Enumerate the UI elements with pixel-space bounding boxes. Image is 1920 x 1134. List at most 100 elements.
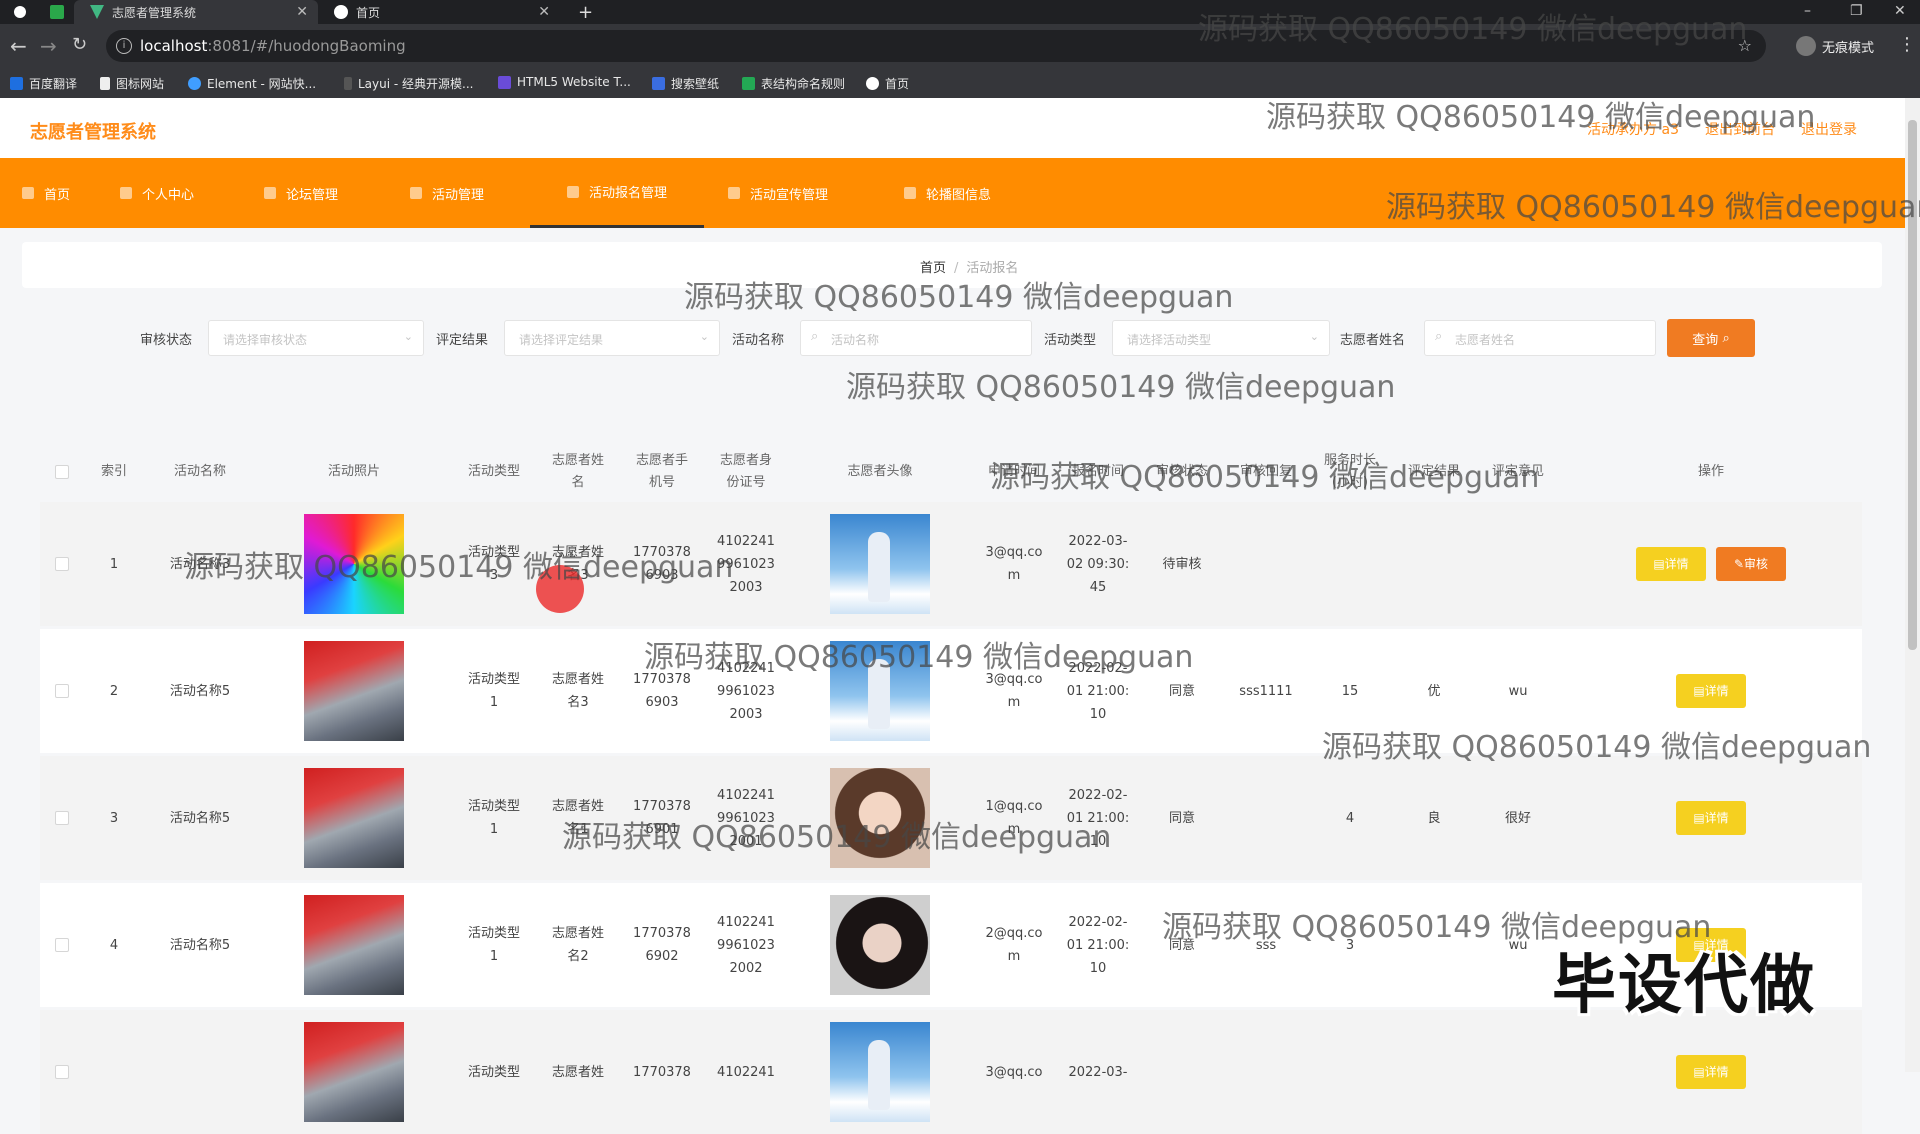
table-cell bbox=[1224, 502, 1308, 626]
new-tab-button[interactable]: + bbox=[578, 0, 593, 24]
table-cell bbox=[1476, 1010, 1560, 1134]
activity-type-label: 活动类型 bbox=[1044, 333, 1097, 348]
table-row: 活动类型 志愿者姓 1770378 4102241 3@qq.co 2022-03- ▤ 详… bbox=[40, 1010, 1862, 1134]
watermark: 源码获取 QQ86050149 微信deepguan bbox=[562, 820, 1112, 855]
watermark: 源码获取 QQ86050149 微信deepguan bbox=[184, 550, 734, 585]
nav-label: 个人中心 bbox=[142, 187, 195, 203]
table-cell: 2022-02- 01 21:00: 10 bbox=[1056, 883, 1140, 1007]
row-checkbox[interactable] bbox=[55, 1065, 69, 1079]
nav-item-registration[interactable]: 活动报名管理 bbox=[530, 158, 704, 228]
nav-item-promotion[interactable]: 活动宣传管理 bbox=[728, 158, 828, 228]
column-header: 志愿者手 机号 bbox=[620, 442, 704, 502]
minimize-icon[interactable]: – bbox=[1804, 0, 1811, 22]
activity-name-placeholder: 活动名称 bbox=[831, 333, 880, 347]
bookmark-item[interactable]: Element - 网站快... bbox=[188, 75, 316, 92]
edit-icon: ✎ bbox=[1733, 556, 1745, 571]
tab-home[interactable]: 首页 ✕ bbox=[320, 0, 560, 24]
cell-volunteer: 志愿者姓 bbox=[551, 1064, 604, 1080]
activity-photo bbox=[304, 895, 404, 995]
button-label: 详情 bbox=[1704, 683, 1729, 698]
nav-item-profile[interactable]: 个人中心 bbox=[120, 158, 194, 228]
table-cell bbox=[788, 502, 972, 626]
bookmark-item[interactable]: 图标网站 bbox=[100, 75, 164, 92]
button-label: 审核 bbox=[1744, 556, 1769, 571]
table-cell bbox=[1308, 502, 1392, 626]
forum-icon bbox=[264, 187, 276, 199]
nav-item-home[interactable]: 首页 bbox=[22, 158, 70, 228]
bookmark-item[interactable]: 表结构命名规则 bbox=[742, 75, 845, 92]
row-checkbox[interactable] bbox=[55, 557, 69, 571]
document-icon: ▤ bbox=[1693, 1064, 1705, 1079]
table-cell bbox=[40, 502, 84, 626]
home-icon bbox=[22, 187, 34, 199]
bookmark-item[interactable]: 首页 bbox=[866, 75, 909, 92]
table-cell: sss1111 bbox=[1224, 629, 1308, 753]
tab-volunteer-system[interactable]: 志愿者管理系统 ✕ bbox=[74, 0, 318, 24]
cell-reply: sss1111 bbox=[1239, 683, 1293, 699]
detail-button[interactable]: ▤ 详情 bbox=[1676, 1055, 1746, 1089]
table-cell bbox=[40, 629, 84, 753]
volunteer-name-input[interactable]: ⌕ 志愿者姓名 bbox=[1424, 320, 1656, 356]
cell-status: 待审核 bbox=[1162, 556, 1202, 572]
cell-time: 2022-03- 02 09:30: 45 bbox=[1066, 533, 1130, 595]
column-header-label: 志愿者头像 bbox=[847, 464, 913, 479]
nav-item-carousel[interactable]: 轮播图信息 bbox=[904, 158, 991, 228]
globe-icon bbox=[334, 5, 348, 19]
table-cell bbox=[788, 883, 972, 1007]
cell-phone: 1770378 bbox=[633, 1064, 691, 1080]
vue-icon bbox=[90, 5, 104, 19]
cell-result: 良 bbox=[1427, 810, 1441, 826]
detail-button[interactable]: ▤ 详情 bbox=[1636, 547, 1706, 581]
row-checkbox[interactable] bbox=[55, 684, 69, 698]
status-select[interactable]: 请选择审核状态 ⌄ bbox=[208, 320, 424, 356]
cell-time: 2022-03- bbox=[1068, 1064, 1128, 1080]
bookmark-item[interactable]: Layui - 经典开源模... bbox=[344, 75, 473, 92]
watermark: 源码获取 QQ86050149 微信deepguan bbox=[1322, 730, 1872, 765]
activity-type-select[interactable]: 请选择活动类型 ⌄ bbox=[1112, 320, 1330, 356]
bookmark-label: Layui - 经典开源模... bbox=[358, 77, 474, 91]
select-all-checkbox[interactable] bbox=[55, 465, 69, 479]
cell-name: 活动名称5 bbox=[169, 810, 231, 826]
activity-type-placeholder: 请选择活动类型 bbox=[1127, 333, 1212, 347]
cell-phone: 1770378 6902 bbox=[633, 926, 691, 964]
row-checkbox[interactable] bbox=[55, 938, 69, 952]
query-button[interactable]: 查询 ⌕ bbox=[1667, 319, 1755, 357]
column-header-label: 志愿者手 机号 bbox=[635, 453, 688, 490]
result-select[interactable]: 请选择评定结果 ⌄ bbox=[504, 320, 720, 356]
activity-name-input[interactable]: ⌕ 活动名称 bbox=[800, 320, 1032, 356]
detail-button[interactable]: ▤ 详情 bbox=[1676, 801, 1746, 835]
restore-icon[interactable]: ❐ bbox=[1850, 0, 1863, 22]
table-cell: 活动名称5 bbox=[144, 629, 256, 753]
row-checkbox[interactable] bbox=[55, 811, 69, 825]
bookmark-item[interactable]: 百度翻译 bbox=[10, 75, 77, 92]
table-cell bbox=[256, 756, 452, 880]
bookmark-item[interactable]: 搜索壁纸 bbox=[652, 75, 719, 92]
app-title: 志愿者管理系统 bbox=[30, 122, 156, 143]
forward-icon[interactable]: → bbox=[40, 34, 57, 58]
browser-menu-icon[interactable]: ⋮ bbox=[1898, 34, 1916, 55]
table-cell bbox=[1392, 1010, 1476, 1134]
incognito-profile[interactable]: 无痕模式 bbox=[1796, 36, 1874, 56]
browser-back-history-icon[interactable] bbox=[14, 0, 34, 24]
bookmark-item[interactable]: HTML5 Website T... bbox=[498, 75, 631, 89]
table-cell: 2@qq.co m bbox=[972, 883, 1056, 1007]
activity-photo bbox=[304, 641, 404, 741]
audit-button[interactable]: ✎ 审核 bbox=[1716, 547, 1786, 581]
nav-item-forum[interactable]: 论坛管理 bbox=[264, 158, 338, 228]
chevron-down-icon: ⌄ bbox=[699, 330, 709, 343]
activity-name-label: 活动名称 bbox=[732, 333, 785, 348]
cell-email: 2@qq.co m bbox=[985, 926, 1043, 964]
table-cell bbox=[1224, 1010, 1308, 1134]
cell-email: 3@qq.co m bbox=[985, 545, 1043, 583]
cell-index: 1 bbox=[109, 556, 119, 572]
nav-item-activity[interactable]: 活动管理 bbox=[410, 158, 484, 228]
close-tab-icon[interactable]: ✕ bbox=[538, 4, 550, 20]
detail-button[interactable]: ▤ 详情 bbox=[1676, 674, 1746, 708]
close-tab-icon[interactable]: ✕ bbox=[296, 4, 308, 20]
search-form: 审核状态 请选择审核状态 ⌄ 评定结果 请选择评定结果 ⌄ 活动名称 ⌕ 活动名称 活… bbox=[0, 318, 1905, 358]
back-icon[interactable]: ← bbox=[10, 34, 27, 58]
close-window-icon[interactable]: ✕ bbox=[1894, 0, 1906, 22]
reload-icon[interactable]: ↻ bbox=[72, 34, 87, 55]
site-info-icon[interactable]: i bbox=[116, 38, 132, 54]
ad-stamp-text: 毕设代做 bbox=[1552, 949, 1816, 1023]
